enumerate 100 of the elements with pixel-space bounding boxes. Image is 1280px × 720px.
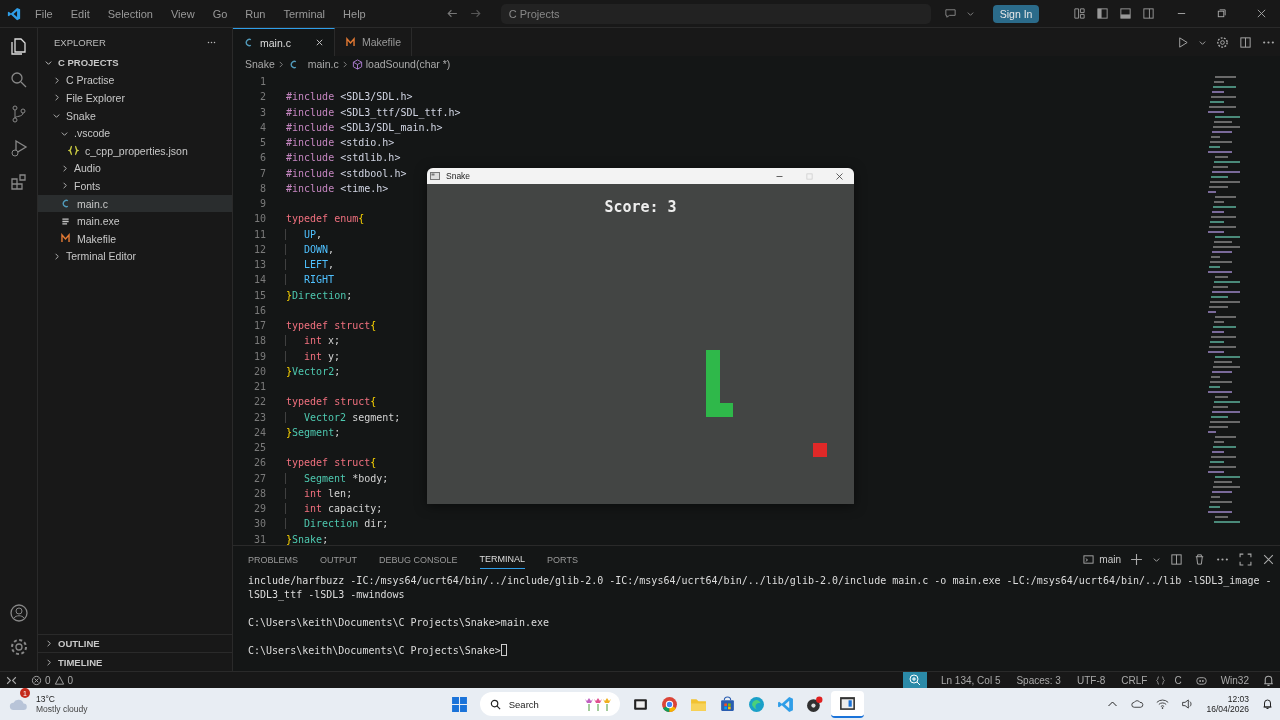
search-icon[interactable] [8,70,29,90]
tree-item[interactable]: C Practise [38,71,232,90]
app-window-icon[interactable] [838,694,856,712]
panel-tab[interactable]: PORTS [547,549,578,569]
line-number: 8 [258,182,266,194]
problems-indicator[interactable]: 0 0 [31,674,74,686]
menu-item[interactable]: Help [343,7,366,20]
tree-item[interactable]: Makefile [38,229,232,248]
editor-tab[interactable]: main.c [233,28,335,56]
split-terminal-icon[interactable] [1170,552,1183,566]
sign-in-button[interactable]: Sign In [992,4,1040,23]
braces-icon[interactable] [1155,674,1167,686]
panel-tab[interactable]: TERMINAL [479,549,526,569]
menu-item[interactable]: File [35,7,53,20]
status-item[interactable]: UTF-8 [1076,674,1106,686]
recording-app-icon[interactable] [805,695,823,713]
back-arrow-icon[interactable] [445,7,459,20]
terminal-selector[interactable]: main [1083,553,1121,565]
vscode-logo-icon [7,6,21,21]
wifi-icon[interactable] [1156,698,1170,710]
store-icon[interactable] [718,695,736,713]
line-number: 29 [252,503,266,515]
tree-item[interactable]: c_cpp_properties.json [38,141,232,160]
forward-arrow-icon[interactable] [468,7,482,20]
terminal-line: include/harfbuzz -IC:/msys64/ucrt64/bin/../include/glib-2.0 -IC:/msys64/ucrt64/bin/../lib/glib-2.0/include main.c -o main.exe -LC:/msys64/ucrt64/bin/../lib -lSDL3_image - [248,574,1272,586]
tree-item[interactable]: Audio [38,159,232,178]
run-debug-icon[interactable] [8,138,29,158]
browser-icon[interactable] [747,695,765,713]
status-item[interactable]: CRLF [1121,674,1148,686]
line-number: 26 [252,457,266,469]
collapsed-section-header[interactable]: OUTLINE [38,633,232,653]
menu-item[interactable]: Selection [107,7,153,20]
menu-item[interactable]: Go [212,7,228,20]
close-icon[interactable] [314,38,324,47]
clock[interactable]: 12:03 16/04/2026 [1206,694,1249,714]
command-search-field[interactable]: C Projects [500,3,931,24]
close-icon[interactable] [1256,8,1267,19]
code-line: int y; [285,350,341,362]
line-number: 13 [252,259,266,271]
panel-tab[interactable]: DEBUG CONSOLE [379,549,458,569]
code-line: int x; [285,335,341,347]
split-editor-icon[interactable] [1239,35,1252,49]
taskbar-search-field[interactable]: Search [479,692,620,716]
tree-item[interactable]: main.c [38,194,232,213]
sidebar-toggle-icon[interactable] [1096,7,1109,20]
extensions-icon[interactable] [8,172,29,192]
status-item[interactable]: Win32 [1220,674,1249,686]
menu-item[interactable]: View [170,7,195,20]
menu-item[interactable]: Edit [70,7,90,20]
add-icon[interactable] [1130,552,1143,566]
breadcrumb-item[interactable]: main.c [307,58,339,70]
secondary-sidebar-icon[interactable] [1142,7,1155,20]
tree-item[interactable]: Snake [38,106,232,125]
volume-icon[interactable] [1181,698,1195,710]
cloud-icon[interactable] [1131,698,1145,710]
menu-item[interactable]: Terminal [283,7,326,20]
chat-icon[interactable] [943,7,957,20]
panel-tab[interactable]: PROBLEMS [248,549,298,569]
code-line: Segment *body; [285,472,389,484]
braces-file-icon [68,145,79,157]
tree-item[interactable]: File Explorer [38,89,232,107]
weather-text: Mostly cloudy [36,704,88,714]
trash-icon[interactable] [1193,552,1206,566]
account-icon[interactable] [8,603,29,623]
line-number: 5 [258,137,266,149]
line-number: 27 [252,472,266,484]
restore-icon[interactable] [1216,8,1227,19]
panel-tab[interactable]: OUTPUT [320,549,357,569]
settings-icon[interactable] [8,637,29,657]
breadcrumb-item[interactable]: Snake [245,58,275,70]
tree-item[interactable]: Terminal Editor [38,247,232,266]
windows-logo-icon[interactable] [450,695,468,713]
code-line: }Vector2; [286,365,341,377]
editor-tab[interactable]: Makefile [334,28,413,56]
language-mode[interactable]: C [1174,674,1182,686]
m-file-icon [344,36,356,48]
browser-icon[interactable] [660,695,678,713]
tree-item[interactable]: Fonts [38,177,232,195]
bell-icon[interactable] [1262,673,1275,687]
tree-item[interactable]: main.exe [38,212,232,230]
tree-item[interactable]: .vscode [38,124,232,142]
line-number: 4 [258,121,266,133]
line-number: 20 [252,365,266,377]
chevron-down-icon[interactable] [965,9,975,18]
close-icon[interactable] [1262,552,1275,566]
layout-icon[interactable] [1073,7,1086,20]
status-item[interactable]: Ln 134, Col 5 [940,674,1001,686]
close-icon[interactable] [835,171,844,181]
code-line: #include <stdlib.h> [286,152,401,164]
panel-toggle-icon[interactable] [1119,7,1132,20]
run-icon[interactable] [1176,35,1189,49]
breadcrumb-item[interactable]: loadSound(char *) [365,58,451,70]
notification-bell-icon[interactable] [1261,698,1274,710]
project-folder-header[interactable]: C PROJECTS [38,54,232,72]
status-item[interactable]: Spaces: 3 [1016,674,1061,686]
files-icon[interactable] [8,36,29,56]
menu-item[interactable]: Run [245,7,266,20]
settings-icon[interactable] [1216,35,1229,49]
zoom-icon[interactable] [902,672,927,688]
maximize-icon[interactable] [1239,552,1252,566]
